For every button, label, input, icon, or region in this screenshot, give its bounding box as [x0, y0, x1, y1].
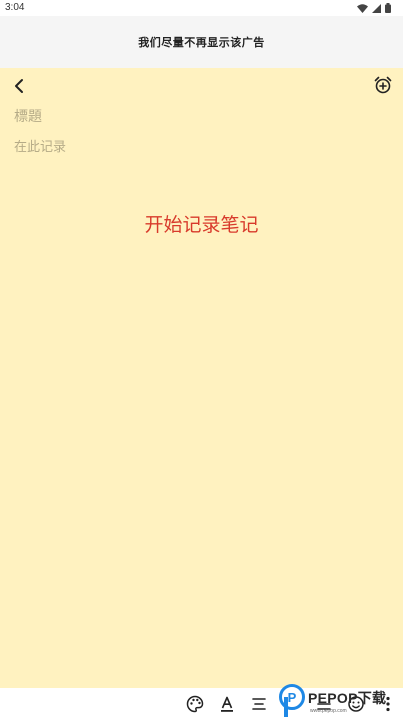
add-alarm-button[interactable]: [373, 75, 393, 95]
ad-banner-text: 我们尽量不再显示该广告: [138, 36, 265, 49]
back-arrow-icon: [15, 79, 23, 93]
note-editor: 开始记录笔记: [0, 68, 403, 688]
signal-icon: [372, 3, 381, 13]
text-format-icon: [221, 696, 233, 712]
color-button[interactable]: [185, 694, 205, 714]
status-icons: [357, 3, 391, 13]
align-button[interactable]: [249, 694, 269, 714]
status-time: 3:04: [5, 2, 25, 13]
ad-banner[interactable]: 我们尽量不再显示该广告: [0, 16, 403, 68]
pepop-logo-icon: P: [279, 684, 305, 717]
body-input[interactable]: [14, 136, 384, 158]
text-format-button[interactable]: [217, 694, 237, 714]
empty-hint: 开始记录笔记: [144, 214, 259, 236]
watermark-sub: www.pepop.com: [310, 708, 347, 714]
watermark-logo-letter: P: [288, 690, 297, 705]
title-input[interactable]: [14, 106, 374, 128]
add-alarm-icon: [374, 76, 392, 94]
watermark-text: PEPOP下载: [308, 690, 387, 706]
top-toolbar: [0, 68, 403, 102]
watermark: P PEPOP下载 www.pepop.com: [278, 684, 403, 720]
palette-icon: [186, 695, 204, 713]
align-icon: [252, 698, 266, 710]
battery-icon: [385, 3, 391, 13]
wifi-icon: [357, 3, 368, 13]
back-button[interactable]: [10, 76, 30, 96]
status-bar: 3:04: [0, 0, 403, 16]
